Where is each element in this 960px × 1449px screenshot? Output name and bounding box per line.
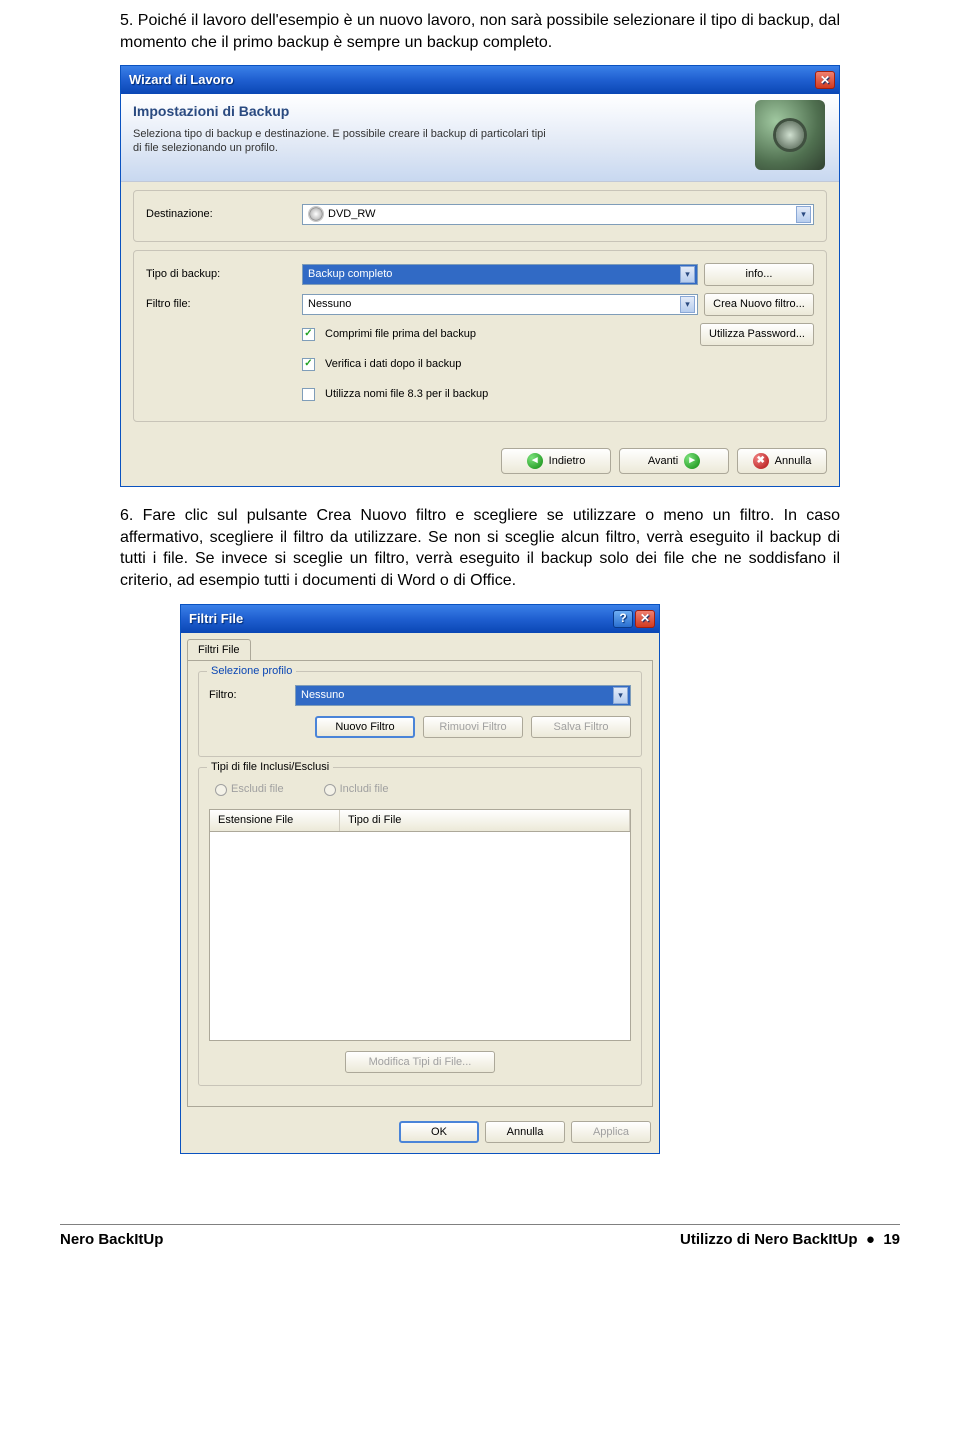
footer-page-number: 19 [883,1231,900,1248]
paragraph-5: 5. Poiché il lavoro dell'esempio è un nu… [120,10,840,53]
help-icon[interactable]: ? [613,610,633,628]
chevron-down-icon[interactable]: ▾ [680,296,695,313]
ribbon-subtitle: Seleziona tipo di backup e destinazione.… [133,127,553,156]
destination-value: DVD_RW [328,207,375,222]
footer-right: Utilizzo di Nero BackItUp ● 19 [680,1231,900,1248]
next-button[interactable]: Avanti ► [619,448,729,474]
new-filter-button[interactable]: Nuovo Filtro [315,716,415,738]
verify-checkbox[interactable]: ✓ [302,358,315,371]
filter-combo-value: Nessuno [301,688,344,703]
file-filters-dialog: Filtri File ? ✕ Filtri File Selezione pr… [180,604,660,1155]
wizard-window: Wizard di Lavoro ✕ Impostazioni di Backu… [120,65,840,487]
compress-checkbox[interactable]: ✓ [302,328,315,341]
ribbon-title: Impostazioni di Backup [133,102,827,121]
bullet-icon: ● [866,1231,875,1248]
exclude-radio [215,784,227,796]
back-button[interactable]: ◄ Indietro [501,448,611,474]
file-filters-titlebar: Filtri File ? ✕ [181,605,659,633]
wizard-header-ribbon: Impostazioni di Backup Seleziona tipo di… [121,94,839,182]
destination-combo[interactable]: DVD_RW ▾ [302,204,814,225]
arrow-right-icon: ► [684,453,700,469]
wizard-titlebar: Wizard di Lavoro ✕ [121,66,839,94]
save-filter-button: Salva Filtro [531,716,631,738]
filter-combo[interactable]: Nessuno ▾ [295,685,631,706]
file-filter-value: Nessuno [308,297,351,312]
modify-file-types-button: Modifica Tipi di File... [345,1051,495,1073]
chevron-down-icon[interactable]: ▾ [680,266,695,283]
file-filter-label: Filtro file: [146,297,296,312]
use83-label: Utilizza nomi file 8.3 per il backup [325,387,488,402]
page-footer: Nero BackItUp Utilizzo di Nero BackItUp … [0,1225,960,1268]
use83-checkbox[interactable] [302,388,315,401]
close-icon[interactable]: ✕ [815,71,835,89]
wizard-title: Wizard di Lavoro [129,71,234,89]
chevron-down-icon[interactable]: ▾ [796,206,811,223]
apply-button: Applica [571,1121,651,1143]
ok-button[interactable]: OK [399,1121,479,1143]
arrow-left-icon: ◄ [527,453,543,469]
paragraph-6: 6. Fare clic sul pulsante Crea Nuovo fil… [120,505,840,591]
file-types-fieldset: Tipi di file Inclusi/Esclusi Escludi fil… [198,767,642,1086]
file-filters-title: Filtri File [189,610,243,628]
footer-right-prefix: Utilizzo di Nero BackItUp [680,1231,858,1248]
info-button[interactable]: info... [704,263,814,286]
next-button-label: Avanti [648,454,678,469]
profile-selection-legend: Selezione profilo [207,664,296,679]
footer-left: Nero BackItUp [60,1231,163,1248]
create-new-filter-button[interactable]: Crea Nuovo filtro... [704,293,814,316]
destination-label: Destinazione: [146,207,296,222]
chevron-down-icon[interactable]: ▾ [613,687,628,704]
tab-file-filters[interactable]: Filtri File [187,639,251,661]
verify-label: Verifica i dati dopo il backup [325,357,461,372]
backup-type-label: Tipo di backup: [146,267,296,282]
backup-type-value: Backup completo [308,267,392,282]
file-types-header: Estensione File Tipo di File [209,809,631,831]
wizard-nav: ◄ Indietro Avanti ► ✖ Annulla [121,440,839,486]
dialog-button-row: OK Annulla Applica [181,1113,659,1153]
remove-filter-button: Rimuovi Filtro [423,716,523,738]
use-password-button[interactable]: Utilizza Password... [700,323,814,346]
col-extension[interactable]: Estensione File [210,810,340,831]
compress-label: Comprimi file prima del backup [325,327,694,342]
back-button-label: Indietro [549,454,586,469]
options-group: Tipo di backup: Backup completo ▾ info..… [133,250,827,422]
file-types-list[interactable] [209,831,631,1041]
include-radio [324,784,336,796]
filter-label: Filtro: [209,688,289,703]
destination-group: Destinazione: DVD_RW ▾ [133,190,827,242]
cancel-button[interactable]: Annulla [485,1121,565,1143]
close-icon[interactable]: ✕ [635,610,655,628]
file-filter-combo[interactable]: Nessuno ▾ [302,294,698,315]
exclude-radio-label: Escludi file [231,782,284,797]
stop-icon: ✖ [753,453,769,469]
safe-icon [755,100,825,170]
profile-selection-fieldset: Selezione profilo Filtro: Nessuno ▾ Nuov… [198,671,642,757]
file-types-legend: Tipi di file Inclusi/Esclusi [207,760,333,775]
backup-type-combo[interactable]: Backup completo ▾ [302,264,698,285]
col-filetype[interactable]: Tipo di File [340,810,630,831]
include-radio-label: Includi file [340,782,389,797]
cancel-button-label: Annulla [775,454,812,469]
cancel-button[interactable]: ✖ Annulla [737,448,827,474]
disc-icon [308,206,324,222]
